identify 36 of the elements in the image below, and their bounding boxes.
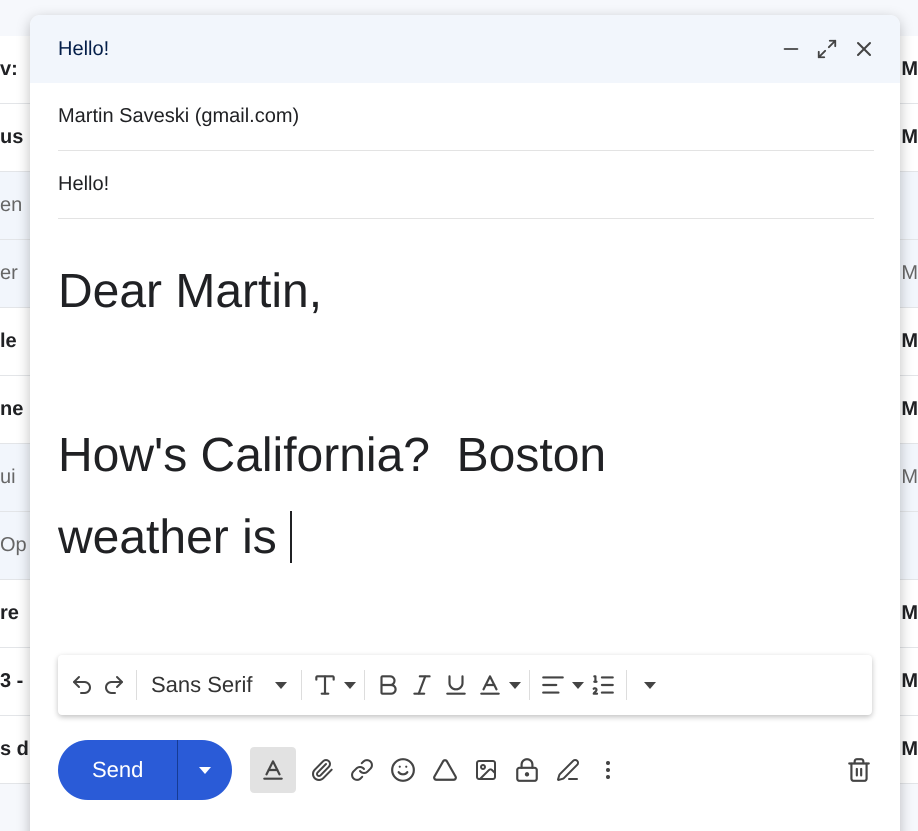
row-text: 3 - [0, 670, 24, 693]
text-cursor [290, 511, 292, 563]
row-time: M [901, 262, 918, 285]
row-text: le [0, 330, 17, 353]
body-text: Dear Martin, [58, 264, 324, 320]
row-time: M [901, 670, 918, 693]
subject-field[interactable]: Hello! [58, 173, 110, 196]
font-dropdown[interactable]: Sans Serif [145, 672, 292, 698]
row-time: M [901, 58, 918, 81]
formatting-toggle[interactable] [250, 747, 296, 793]
caret-icon [508, 682, 520, 688]
row-time: M [901, 738, 918, 761]
caret-icon [199, 766, 212, 774]
row-text: re [0, 602, 19, 625]
caret-icon [644, 682, 656, 688]
row-time: M [901, 466, 918, 489]
row-text: ui [0, 466, 16, 489]
body-text: How's California? Boston weather is [58, 428, 608, 566]
row-time: M [901, 602, 918, 625]
row-text: v: [0, 58, 18, 81]
window-title: Hello! [58, 38, 110, 60]
row-text: Op [0, 534, 27, 557]
send-options-button[interactable] [178, 740, 232, 800]
row-time: M [901, 398, 918, 421]
caret-icon [274, 682, 286, 688]
row-time: M [901, 330, 918, 353]
caret-icon [344, 682, 356, 688]
row-text: s d [0, 738, 29, 761]
row-text: ne [0, 398, 24, 421]
caret-icon [572, 682, 584, 688]
send-button[interactable]: Send [58, 740, 178, 800]
row-text: us [0, 126, 24, 149]
recipient-field[interactable]: Martin Saveski (gmail.com) [58, 105, 300, 128]
row-text: en [0, 194, 22, 217]
row-text: er [0, 262, 18, 285]
row-time: M [901, 126, 918, 149]
